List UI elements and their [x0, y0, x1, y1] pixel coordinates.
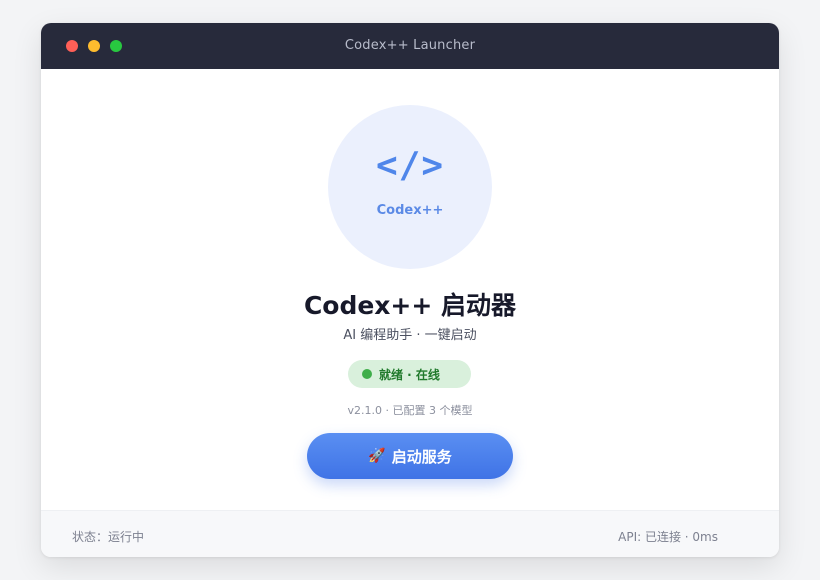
page-subtitle: AI 编程助手 · 一键启动: [343, 328, 477, 343]
status-badge: 就绪 · 在线: [348, 360, 471, 388]
code-icon: </>: [375, 145, 445, 186]
api-status-text: API: 已连接 · 0ms: [618, 530, 718, 544]
service-status-text: 状态：运行中: [72, 530, 145, 544]
window-title: Codex++ Launcher: [344, 38, 476, 53]
launch-service-button[interactable]: 🚀 启动服务: [307, 433, 513, 479]
rocket-icon: 🚀: [368, 448, 386, 464]
status-badge-label: 就绪 · 在线: [379, 368, 440, 382]
logo-label: Codex++: [376, 203, 444, 218]
status-footer: 状态：运行中 API: 已连接 · 0ms: [41, 510, 779, 557]
app-logo: </> Codex++: [328, 105, 492, 269]
online-indicator-icon: [362, 369, 372, 379]
version-info: v2.1.0 · 已配置 3 个模型: [347, 404, 473, 417]
launcher-window: Codex++ Launcher </> Codex++ Codex++ 启动器…: [41, 23, 779, 557]
page-title: Codex++ 启动器: [303, 291, 517, 320]
launch-service-label: 启动服务: [391, 447, 452, 466]
title-bar[interactable]: Codex++ Launcher: [41, 23, 779, 69]
